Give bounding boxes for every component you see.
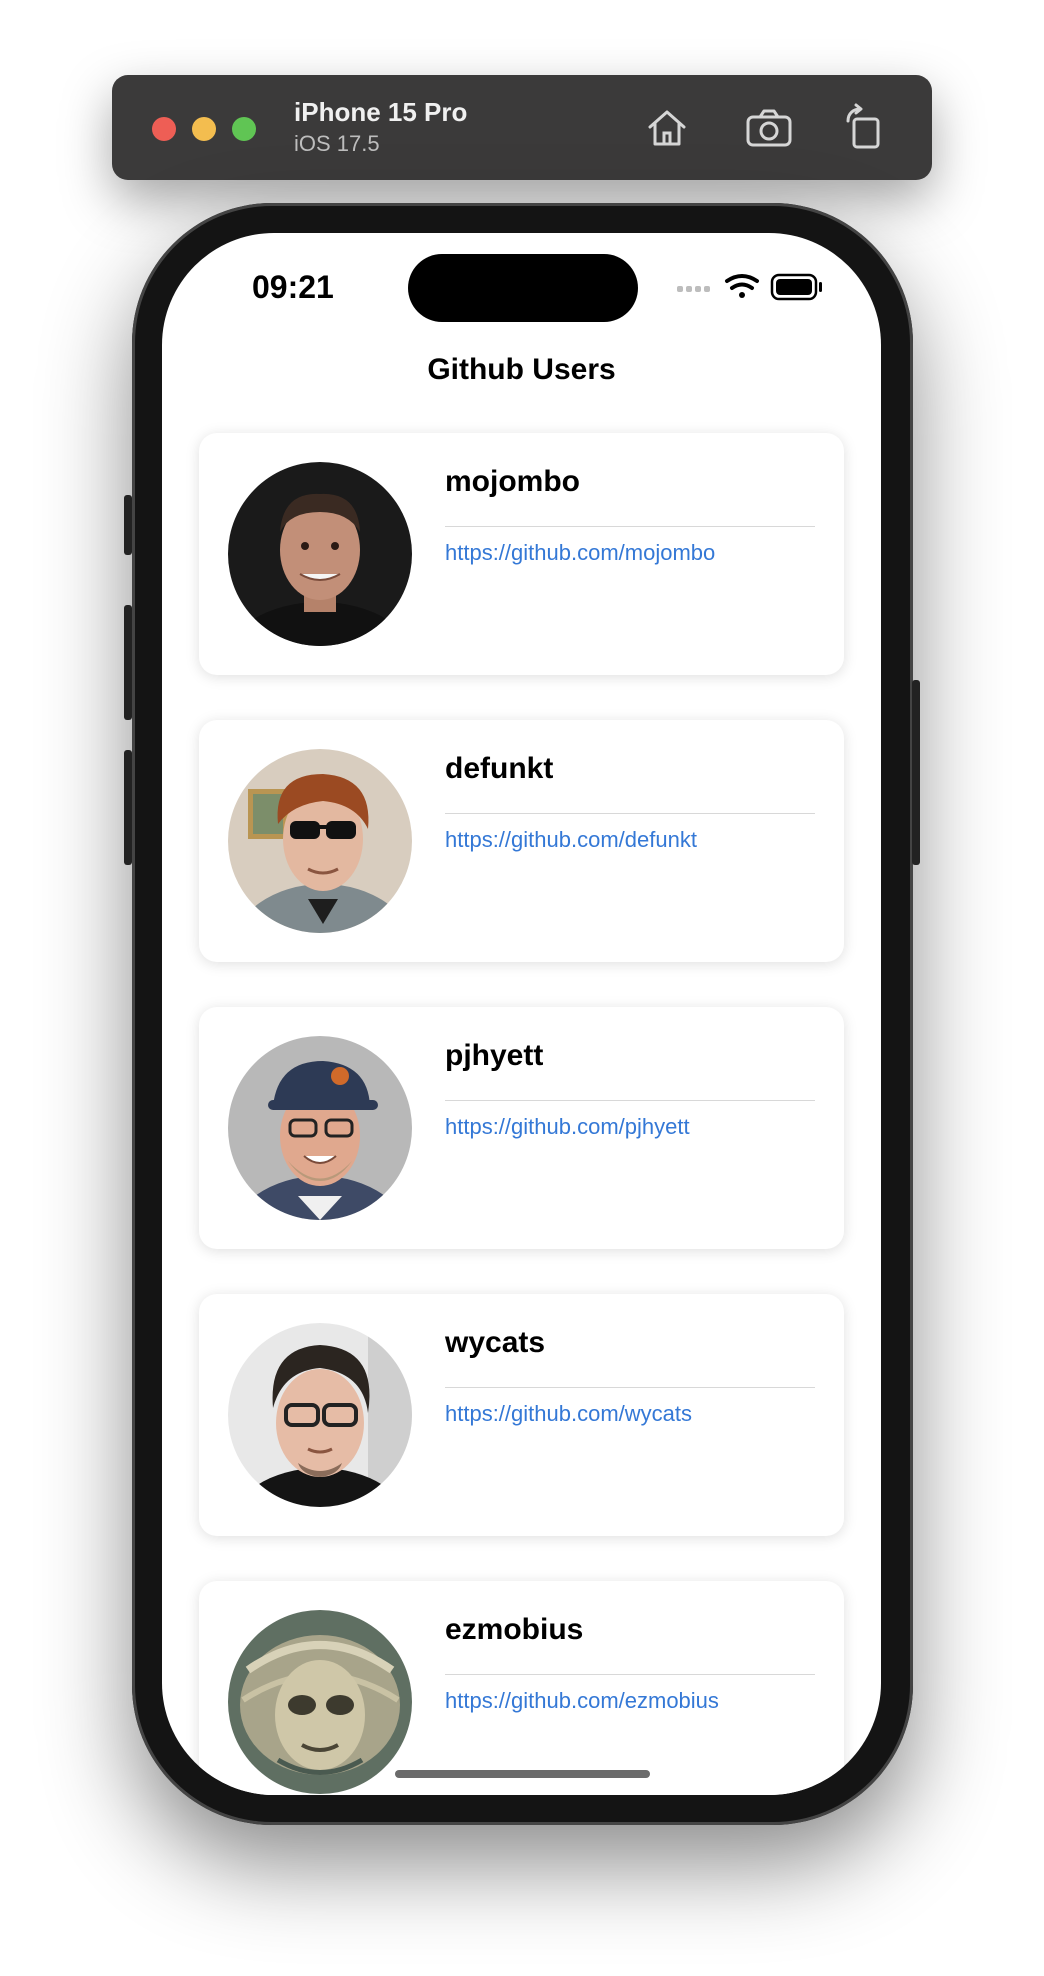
user-card[interactable]: pjhyett https://github.com/pjhyett xyxy=(199,1007,844,1249)
status-time: 09:21 xyxy=(252,269,334,305)
user-card[interactable]: mojombo https://github.com/mojombo xyxy=(199,433,844,675)
screenshot-button[interactable] xyxy=(744,103,794,153)
divider xyxy=(445,1674,815,1675)
user-card[interactable]: ezmobius https://github.com/ezmobius xyxy=(199,1581,844,1795)
divider xyxy=(445,1100,815,1101)
zoom-window-button[interactable] xyxy=(232,117,256,141)
divider xyxy=(445,1387,815,1388)
power-button[interactable] xyxy=(912,680,920,865)
app-screen: 09:21 Github Users mojombo https://githu… xyxy=(162,233,881,1795)
user-login: wycats xyxy=(445,1326,546,1359)
user-login: mojombo xyxy=(445,465,580,498)
user-profile-link[interactable]: https://github.com/mojombo xyxy=(445,540,715,566)
user-login: ezmobius xyxy=(445,1613,584,1646)
user-card[interactable]: defunkt https://github.com/defunkt xyxy=(199,720,844,962)
signal-icon xyxy=(677,286,710,292)
simulator-title-bar: iPhone 15 Pro iOS 17.5 xyxy=(112,75,932,180)
wifi-icon xyxy=(725,274,759,298)
avatar xyxy=(228,462,412,646)
minimize-window-button[interactable] xyxy=(192,117,216,141)
home-icon xyxy=(648,110,686,146)
user-profile-link[interactable]: https://github.com/pjhyett xyxy=(445,1114,690,1140)
home-indicator[interactable] xyxy=(395,1770,650,1778)
user-card[interactable]: wycats https://github.com/wycats xyxy=(199,1294,844,1536)
home-button[interactable] xyxy=(642,103,692,153)
camera-icon xyxy=(746,109,792,147)
user-profile-link[interactable]: https://github.com/defunkt xyxy=(445,827,697,853)
volume-up-button[interactable] xyxy=(124,605,132,720)
avatar xyxy=(228,749,412,933)
avatar xyxy=(228,1323,412,1507)
user-login: pjhyett xyxy=(445,1039,544,1072)
dynamic-island xyxy=(408,254,638,322)
user-profile-link[interactable]: https://github.com/ezmobius xyxy=(445,1688,719,1714)
action-button[interactable] xyxy=(124,495,132,555)
user-login: defunkt xyxy=(445,752,554,785)
user-profile-link[interactable]: https://github.com/wycats xyxy=(445,1401,692,1427)
volume-down-button[interactable] xyxy=(124,750,132,865)
avatar xyxy=(228,1036,412,1220)
avatar xyxy=(228,1610,412,1794)
rotate-icon xyxy=(846,103,880,149)
page-title: Github Users xyxy=(427,353,616,386)
rotate-button[interactable] xyxy=(840,103,890,153)
divider xyxy=(445,813,815,814)
close-window-button[interactable] xyxy=(152,117,176,141)
device-name: iPhone 15 Pro xyxy=(294,97,468,127)
battery-icon xyxy=(770,273,822,301)
os-version: iOS 17.5 xyxy=(294,131,380,156)
status-icons xyxy=(677,269,847,309)
divider xyxy=(445,526,815,527)
